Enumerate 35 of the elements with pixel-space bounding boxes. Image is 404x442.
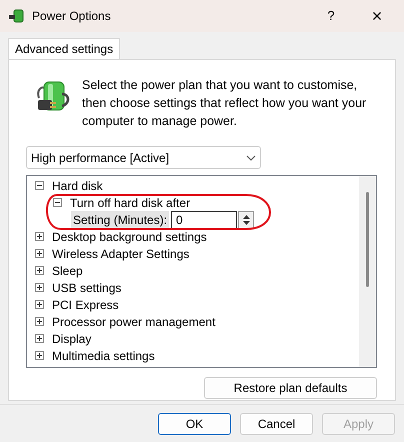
collapse-icon[interactable] — [35, 181, 44, 190]
spinner-arrows[interactable] — [238, 210, 254, 228]
expand-icon[interactable] — [35, 266, 44, 275]
tree-item[interactable]: Wireless Adapter Settings — [52, 244, 190, 262]
chevron-down-icon — [246, 154, 256, 160]
expand-icon[interactable] — [35, 283, 44, 292]
tree-item[interactable]: Processor power management — [52, 312, 216, 330]
tree-item[interactable]: Desktop background settings — [52, 228, 207, 246]
expand-icon[interactable] — [35, 334, 44, 343]
tree-item[interactable]: Hard disk — [52, 176, 103, 194]
help-button[interactable]: ? — [308, 6, 354, 26]
instructions-text: Select the power plan that you want to customise, then choose settings that reflect how you want your computer to manage power. — [82, 77, 368, 130]
expand-icon[interactable] — [35, 232, 44, 241]
tree-item[interactable]: Multimedia settings — [52, 346, 155, 364]
expand-icon[interactable] — [35, 300, 44, 309]
expand-icon[interactable] — [35, 317, 44, 326]
tree-item[interactable]: Turn off hard disk after — [70, 194, 190, 212]
expand-icon[interactable] — [35, 351, 44, 360]
scrollbar[interactable] — [359, 176, 376, 367]
tree-item[interactable]: PCI Express — [52, 296, 119, 314]
plan-dropdown[interactable]: High performance [Active] — [26, 146, 261, 169]
setting-label[interactable]: Setting (Minutes): — [71, 210, 170, 228]
tree-item[interactable]: Display — [52, 330, 92, 348]
close-button[interactable]: × — [354, 2, 400, 30]
dialog-button[interactable]: OK — [158, 412, 231, 434]
minutes-field[interactable]: 0 — [171, 210, 238, 228]
collapse-icon[interactable] — [53, 198, 62, 207]
tab[interactable]: Advanced settings — [8, 38, 120, 59]
window-title: Power Options — [32, 8, 111, 25]
expand-icon[interactable] — [35, 249, 44, 258]
tree-item[interactable]: Sleep — [52, 262, 83, 280]
battery-plug-icon — [8, 8, 24, 24]
tree-item[interactable]: USB settings — [52, 278, 122, 296]
dialog-button[interactable]: Cancel — [240, 412, 313, 434]
restore-defaults-button[interactable]: Restore plan defaults — [204, 377, 377, 399]
